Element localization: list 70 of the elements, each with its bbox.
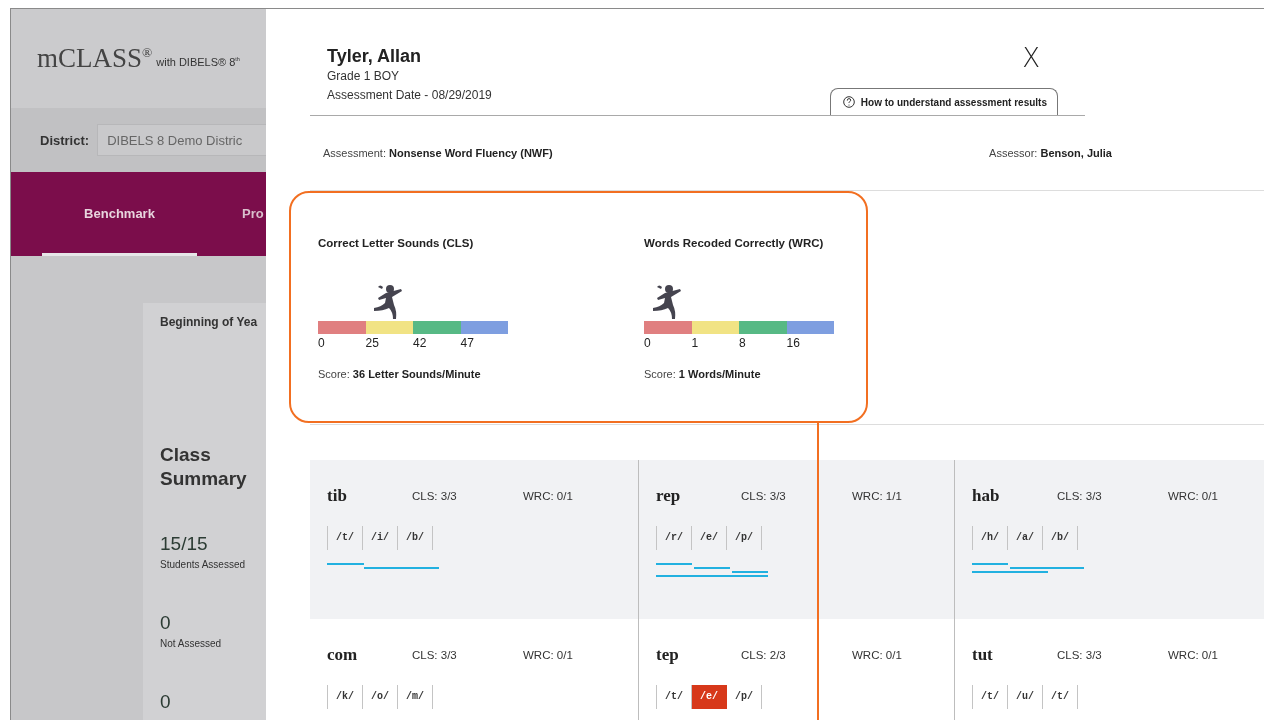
threshold-label: 47 — [460, 336, 474, 350]
threshold-label: 25 — [365, 336, 379, 350]
word-text: tep — [656, 645, 679, 665]
cls-score: CLS: 3/3 — [412, 649, 457, 661]
letter-sound[interactable]: /m/ — [398, 685, 434, 709]
letter-sound[interactable]: /o/ — [363, 685, 399, 709]
score-text: Score: 1 Words/Minute — [644, 368, 761, 380]
close-button[interactable]: X — [1022, 45, 1040, 71]
score-text: Score: 36 Letter Sounds/Minute — [318, 368, 481, 380]
letter-sound[interactable]: /b/ — [398, 526, 434, 550]
word-text: hab — [972, 486, 1000, 506]
word-text: rep — [656, 486, 681, 506]
word-text: tib — [327, 486, 347, 506]
letter-sound[interactable]: /h/ — [973, 526, 1008, 550]
cls-score: CLS: 3/3 — [1057, 649, 1102, 661]
nav-tab[interactable]: Pro — [197, 172, 264, 256]
letter-sound[interactable]: /u/ — [1008, 685, 1044, 709]
district-field[interactable]: DIBELS 8 Demo Distric — [97, 124, 266, 156]
letter-sound[interactable]: /i/ — [363, 526, 399, 550]
stat-value: 0 — [160, 612, 172, 634]
grade-text: Grade 1 BOY — [327, 68, 400, 85]
benchmark-segment — [644, 321, 692, 334]
wrc-score: WRC: 0/1 — [1168, 490, 1218, 502]
wrc-score: WRC: 0/1 — [523, 490, 573, 502]
word-text: com — [327, 645, 358, 665]
cls-score: CLS: 3/3 — [1057, 490, 1102, 502]
measure-title: Words Recoded Correctly (WRC) — [644, 237, 824, 249]
threshold-label: 0 — [644, 336, 651, 350]
letter-sound[interactable]: /p/ — [727, 526, 763, 550]
stat-label: Students Assessed — [160, 559, 246, 570]
summary-title: Class Summary — [160, 443, 248, 491]
wrc-score: WRC: 0/1 — [852, 649, 902, 661]
threshold-label: 0 — [318, 336, 325, 350]
letter-sound[interactable]: /k/ — [328, 685, 363, 709]
district-label: District: — [40, 132, 90, 148]
threshold-label: 8 — [739, 336, 746, 350]
threshold-label: 1 — [691, 336, 699, 350]
assessor-name: Assessor: Benson, Julia — [989, 147, 1112, 159]
measure-title: Correct Letter Sounds (CLS) — [318, 237, 474, 249]
stat-value: 15/15 — [160, 533, 209, 555]
help-tab[interactable]: How to understand assessment results — [829, 88, 1058, 115]
threshold-label: 16 — [786, 336, 800, 350]
letter-sound[interactable]: /p/ — [727, 685, 763, 709]
benchmark-segment — [365, 321, 413, 334]
cls-score: CLS: 3/3 — [412, 490, 457, 502]
stat-label: Not Assessed — [160, 638, 222, 649]
letter-sound[interactable]: /e/ — [692, 526, 728, 550]
word-text: tut — [972, 645, 993, 665]
assessment-date: Assessment Date - 08/29/2019 — [327, 87, 492, 104]
logo-subtitle: with DIBELS® 8$^{th}$ — [156, 55, 240, 68]
wrc-score: WRC: 0/1 — [523, 649, 573, 661]
assessment-name: Assessment: Nonsense Word Fluency (NWF) — [323, 147, 553, 159]
student-name: Tyler, Allan — [327, 45, 423, 67]
cls-score: CLS: 3/3 — [741, 490, 786, 502]
threshold-label: 42 — [413, 336, 427, 350]
wrc-score: WRC: 0/1 — [1168, 649, 1218, 661]
period-title: Beginning of Yea — [160, 315, 259, 329]
wrc-score: WRC: 1/1 — [852, 490, 902, 502]
letter-sound[interactable]: /r/ — [657, 526, 692, 550]
letter-sound[interactable]: /t/ — [328, 526, 363, 550]
help-icon — [842, 96, 855, 108]
letter-sound[interactable]: /e/ — [692, 685, 728, 709]
letter-sound[interactable]: /t/ — [1043, 685, 1079, 709]
nav-tab[interactable]: Benchmark — [42, 172, 197, 256]
cls-score: CLS: 2/3 — [741, 649, 786, 661]
letter-sound[interactable]: /a/ — [1008, 526, 1044, 550]
letter-sound[interactable]: /t/ — [973, 685, 1008, 709]
app-logo: mCLASS$^{®}$ — [37, 43, 153, 74]
stat-value: 0 — [160, 691, 172, 713]
letter-sound[interactable]: /b/ — [1043, 526, 1079, 550]
